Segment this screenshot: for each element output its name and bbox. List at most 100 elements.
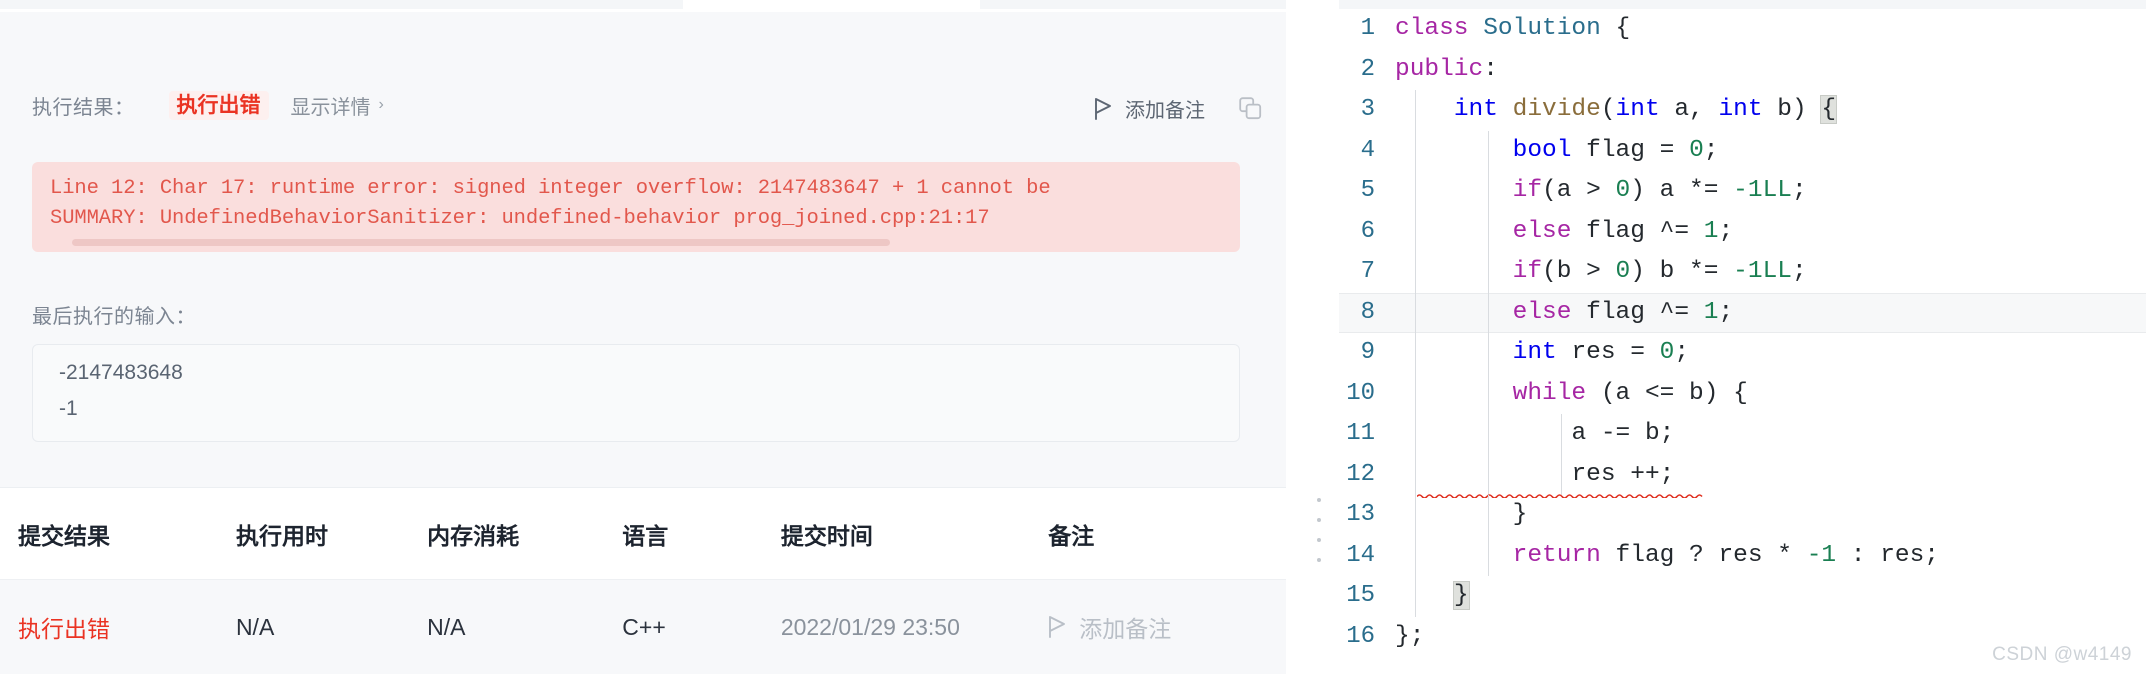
code-editor[interactable]: 1 class Solution {2 public: 3 int divide(in… xyxy=(1339,0,2146,674)
code-text[interactable]: } xyxy=(1395,576,2146,617)
watermark: CSDN @w4149 xyxy=(1992,644,2132,665)
code-line[interactable]: 3 int divide(int a, int b) { xyxy=(1339,90,2146,131)
code-token: divide xyxy=(1512,96,1601,123)
line-number: 10 xyxy=(1346,379,1375,407)
column-header-result: 提交结果 xyxy=(18,522,110,549)
code-line[interactable]: 2 public: xyxy=(1339,50,2146,91)
indent-guide xyxy=(1415,535,1416,576)
code-token: ; xyxy=(1791,258,1807,285)
indent-guide xyxy=(1415,495,1416,536)
line-number: 11 xyxy=(1346,420,1375,447)
code-token: else xyxy=(1512,217,1572,245)
code-token: }; xyxy=(1395,622,1425,650)
code-line[interactable]: 8 else flag ^= 1; xyxy=(1339,292,2146,333)
error-horizontal-scrollbar[interactable] xyxy=(72,239,890,246)
code-text[interactable]: bool flag = 0; xyxy=(1395,130,2146,171)
indent-guide xyxy=(1415,171,1416,212)
code-line[interactable]: 1 class Solution { xyxy=(1339,9,2146,50)
code-text[interactable]: if(a > 0) a *= -1LL; xyxy=(1395,171,2146,212)
code-text[interactable]: else flag ^= 1; xyxy=(1395,211,2146,252)
flag-icon xyxy=(1094,97,1113,120)
code-line[interactable]: 4 bool flag = 0; xyxy=(1339,130,2146,171)
copy-icon[interactable] xyxy=(1239,97,1262,120)
code-token: ; xyxy=(1791,177,1807,204)
table-row[interactable]: 执行出错 N/A N/A C++ 2022/01/29 23:50 添加备注 xyxy=(0,580,1286,674)
code-token: ; xyxy=(1674,339,1690,366)
code-line[interactable]: 13 } xyxy=(1339,495,2146,536)
left-panel: 执行结果： 执行出错 显示详情 › 添加备注 Line 12: Char 17:… xyxy=(0,0,1286,674)
code-text[interactable]: class Solution { xyxy=(1395,9,2146,50)
code-line[interactable]: 11 a -= b; xyxy=(1339,414,2146,455)
input-value-2: -1 xyxy=(59,397,78,420)
indent-guide xyxy=(1488,130,1489,171)
code-text[interactable]: int divide(int a, int b) { xyxy=(1395,90,2146,131)
code-token: } xyxy=(1512,501,1528,528)
show-details-link[interactable]: 显示详情 › xyxy=(291,91,384,120)
cell-memory: N/A xyxy=(427,613,466,640)
code-token: : res; xyxy=(1836,541,1940,569)
code-text[interactable]: res ++; xyxy=(1395,454,2146,498)
code-line[interactable]: 14 return flag ? res * -1 : res; xyxy=(1339,535,2146,576)
chevron-right-icon: › xyxy=(378,96,384,113)
indent-guide xyxy=(1488,211,1489,252)
code-line[interactable]: 15 } xyxy=(1339,576,2146,617)
code-text[interactable]: a -= b; xyxy=(1395,414,2146,455)
code-text[interactable]: if(b > 0) b *= -1LL; xyxy=(1395,252,2146,293)
code-token: -1LL xyxy=(1733,258,1792,285)
code-line[interactable]: 10 while (a <= b) { xyxy=(1339,373,2146,414)
code-lines-container[interactable]: 1 class Solution {2 public: 3 int divide(in… xyxy=(1339,9,2146,657)
submission-result-screen: 执行结果： 执行出错 显示详情 › 添加备注 Line 12: Char 17:… xyxy=(0,0,2146,674)
code-line[interactable]: 9 int res = 0; xyxy=(1339,333,2146,374)
line-number: 14 xyxy=(1346,541,1375,569)
code-line[interactable]: 6 else flag ^= 1; xyxy=(1339,211,2146,252)
code-token: ) a *= xyxy=(1630,177,1734,204)
code-token: while xyxy=(1512,379,1587,407)
line-number: 12 xyxy=(1346,460,1375,488)
indent-guide xyxy=(1488,535,1489,576)
code-token: return xyxy=(1512,541,1601,569)
indent-guide xyxy=(1488,333,1489,374)
panel-splitter[interactable] xyxy=(1286,0,1339,674)
cell-runtime: N/A xyxy=(235,613,275,640)
code-text[interactable]: public: xyxy=(1395,50,2146,91)
code-token: if xyxy=(1512,177,1543,204)
line-number: 16 xyxy=(1346,622,1375,650)
code-token: res ++; xyxy=(1571,460,1675,488)
indent-guide xyxy=(1415,90,1416,131)
indent-guide xyxy=(1415,252,1416,293)
code-token: bool xyxy=(1512,136,1587,164)
row-add-note-button[interactable]: 添加备注 xyxy=(1048,610,1278,644)
code-line[interactable]: 5 if(a > 0) a *= -1LL; xyxy=(1339,171,2146,212)
code-text[interactable]: while (a <= b) { xyxy=(1395,373,2146,414)
execution-result-card: 执行结果： 执行出错 显示详情 › 添加备注 Line 12: Char 17:… xyxy=(0,12,1286,488)
cell-result[interactable]: 执行出错 xyxy=(18,610,236,644)
code-line[interactable]: 7 if(b > 0) b *= -1LL; xyxy=(1339,252,2146,293)
code-text[interactable]: return flag ? res * -1 : res; xyxy=(1395,535,2146,576)
code-token: int xyxy=(1615,96,1675,123)
cell-language: C++ xyxy=(622,613,666,640)
matching-brace: { xyxy=(1820,95,1838,124)
column-header-memory: 内存消耗 xyxy=(427,522,520,549)
code-token: int xyxy=(1718,96,1778,123)
code-text[interactable]: } xyxy=(1395,495,2146,536)
error-line-1: Line 12: Char 17: runtime error: signed … xyxy=(50,177,1051,200)
indent-guide xyxy=(1415,454,1416,495)
cell-note[interactable]: 添加备注 xyxy=(1048,610,1286,644)
code-text[interactable]: int res = 0; xyxy=(1395,333,2146,374)
row-add-note-label: 添加备注 xyxy=(1079,616,1172,642)
code-token: : xyxy=(1483,55,1498,83)
code-line[interactable]: 12 res ++; xyxy=(1339,454,2146,498)
drag-handle-dots-icon[interactable] xyxy=(1317,498,1322,578)
code-token: (a > xyxy=(1542,177,1616,204)
code-token: 0 xyxy=(1659,339,1675,366)
code-token: else xyxy=(1512,298,1572,326)
line-number: 8 xyxy=(1360,298,1375,326)
add-note-button[interactable]: 添加备注 xyxy=(1094,94,1205,123)
code-text[interactable]: else flag ^= 1; xyxy=(1395,292,2146,333)
code-token: flag ^= xyxy=(1571,217,1704,245)
